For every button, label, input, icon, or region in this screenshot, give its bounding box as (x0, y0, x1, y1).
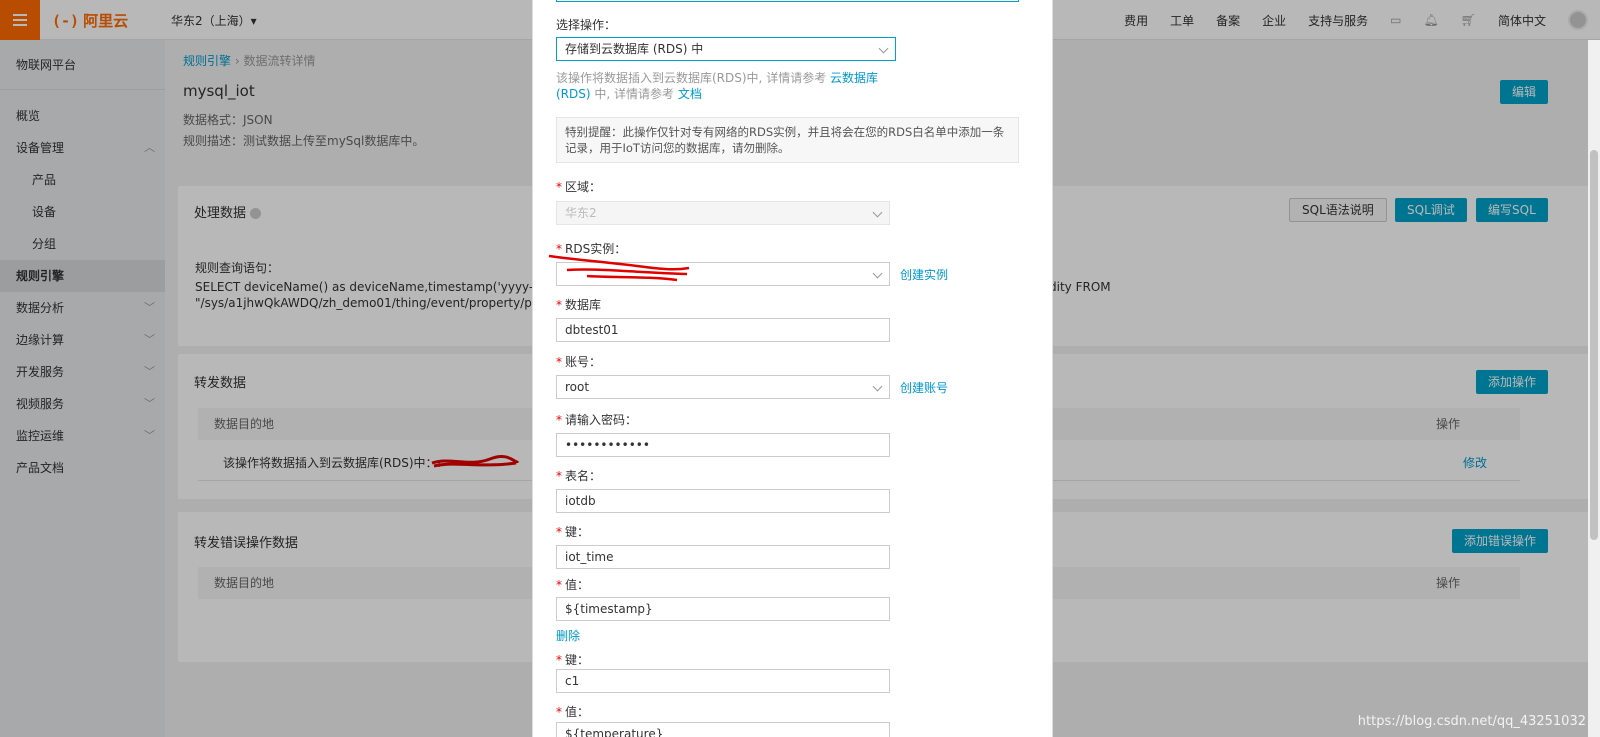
table-name-label: * 表名： (556, 467, 601, 484)
scrollbar-thumb[interactable] (1590, 150, 1598, 540)
region-label-text: 区域： (565, 180, 602, 194)
password-input[interactable]: •••••••••••• (556, 433, 890, 457)
description-text-2: 中, 详情请参考 (594, 87, 675, 101)
key-2-label: * 键： (556, 651, 589, 668)
delete-link[interactable]: 删除 (556, 627, 580, 644)
create-account-link[interactable]: 创建账号 (900, 379, 948, 396)
value-2-label: * 值： (556, 703, 589, 720)
required-mark: * (556, 355, 562, 369)
create-instance-link[interactable]: 创建实例 (900, 266, 948, 283)
required-mark: * (556, 469, 562, 483)
redaction-scribble (548, 254, 690, 282)
value-2-label-text: 值： (565, 705, 590, 719)
table-name-label-text: 表名： (565, 469, 602, 483)
top-input-remnant (556, 0, 1019, 2)
special-notice: 特别提醒：此操作仅针对专有网络的RDS实例，并且将会在您的RDS白名单中添加一条… (556, 117, 1019, 163)
watermark: https://blog.csdn.net/qq_43251032 (1357, 714, 1586, 729)
database-label-text: 数据库 (565, 298, 602, 312)
required-mark: * (556, 578, 562, 592)
database-input[interactable]: dbtest01 (556, 318, 890, 342)
password-label-text: 请输入密码： (565, 413, 638, 427)
page-scrollbar[interactable] (1588, 40, 1600, 737)
required-mark: * (556, 705, 562, 719)
select-operation-label: 选择操作： (556, 18, 617, 32)
key-2-label-text: 键： (565, 653, 590, 667)
select-operation-dropdown[interactable]: 存储到云数据库 (RDS) 中 (556, 37, 896, 61)
key-1-input[interactable]: iot_time (556, 545, 890, 569)
key-2-input[interactable]: c1 (556, 669, 890, 693)
account-label: * 账号： (556, 353, 601, 370)
value-1-input[interactable]: ${timestamp} (556, 597, 890, 621)
value-1-label-text: 值： (565, 578, 590, 592)
region-label: * 区域： (556, 178, 601, 195)
key-1-label-text: 键： (565, 525, 590, 539)
required-mark: * (556, 298, 562, 312)
account-select[interactable]: root (556, 375, 890, 399)
password-label: * 请输入密码： (556, 411, 637, 428)
docs-link[interactable]: 文档 (678, 87, 702, 101)
database-label: * 数据库 (556, 296, 601, 313)
rds-link[interactable]: 云数据库 (830, 71, 878, 85)
action-dialog: 选择操作： 存储到云数据库 (RDS) 中 该操作将数据插入到云数据库(RDS)… (532, 0, 1053, 737)
required-mark: * (556, 413, 562, 427)
required-mark: * (556, 525, 562, 539)
key-1-label: * 键： (556, 523, 589, 540)
value-1-label: * 值： (556, 576, 589, 593)
region-select: 华东2 (556, 201, 890, 225)
operation-description: 该操作将数据插入到云数据库(RDS)中, 详情请参考 云数据库 (RDS) 中,… (556, 70, 886, 102)
account-label-text: 账号： (565, 355, 602, 369)
description-text: 该操作将数据插入到云数据库(RDS)中, 详情请参考 (556, 71, 827, 85)
required-mark: * (556, 653, 562, 667)
rds-link-2[interactable]: (RDS) (556, 87, 591, 101)
value-2-input[interactable]: ${temperature} (556, 722, 890, 737)
table-name-input[interactable]: iotdb (556, 489, 890, 513)
required-mark: * (556, 180, 562, 194)
